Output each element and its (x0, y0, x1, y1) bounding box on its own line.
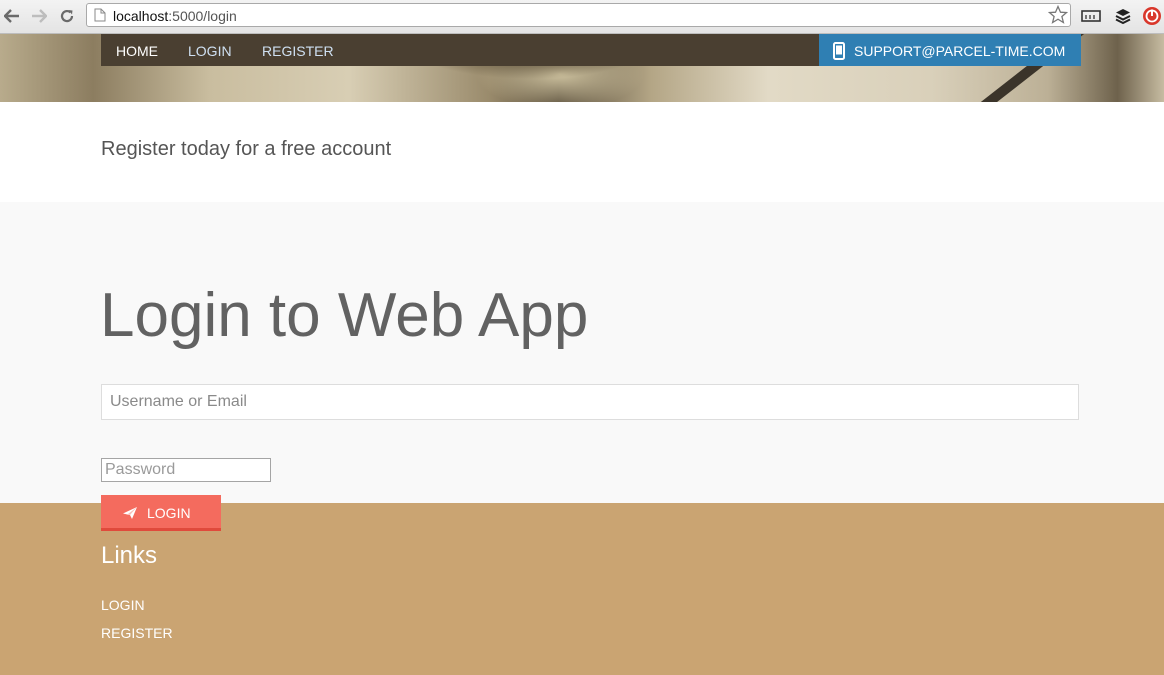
reader-extension-icon[interactable] (1081, 6, 1101, 26)
page-title: Login to Web App (100, 281, 589, 350)
header-banner: HOME LOGIN REGISTER SUPPORT@PARCEL-TIME.… (0, 34, 1164, 102)
username-input[interactable] (101, 384, 1079, 420)
nav-home-link[interactable]: HOME (116, 43, 158, 59)
password-input[interactable] (101, 458, 271, 482)
address-bar[interactable]: localhost:5000/login (86, 3, 1071, 27)
login-button[interactable]: LOGIN (101, 495, 221, 531)
power-extension-icon[interactable] (1142, 6, 1162, 26)
reload-icon[interactable] (57, 6, 77, 26)
back-arrow-icon[interactable] (2, 6, 22, 26)
support-email[interactable]: SUPPORT@PARCEL-TIME.COM (854, 43, 1065, 59)
forward-arrow-icon[interactable] (29, 6, 49, 26)
bookmark-star-icon[interactable] (1047, 4, 1069, 30)
support-contact[interactable]: SUPPORT@PARCEL-TIME.COM (819, 34, 1081, 66)
tagline-text: Register today for a free account (101, 138, 392, 160)
url-text: localhost:5000/login (113, 8, 237, 24)
url-host: localhost (113, 8, 169, 24)
tagline-section: Register today for a free account (0, 102, 1164, 202)
mobile-phone-icon (833, 42, 845, 65)
footer-links-heading: Links (101, 542, 158, 569)
page-icon (94, 8, 106, 27)
nav-login-link[interactable]: LOGIN (188, 43, 232, 59)
url-path: :5000/login (168, 8, 237, 24)
login-button-label: LOGIN (147, 505, 191, 521)
footer-login-link[interactable]: LOGIN (101, 597, 145, 613)
top-navigation: HOME LOGIN REGISTER (101, 34, 819, 66)
nav-register-link[interactable]: REGISTER (262, 43, 334, 59)
paper-plane-icon (123, 507, 137, 522)
footer-register-link[interactable]: REGISTER (101, 625, 173, 641)
browser-toolbar: localhost:5000/login (0, 0, 1164, 34)
layers-extension-icon[interactable] (1113, 6, 1133, 26)
